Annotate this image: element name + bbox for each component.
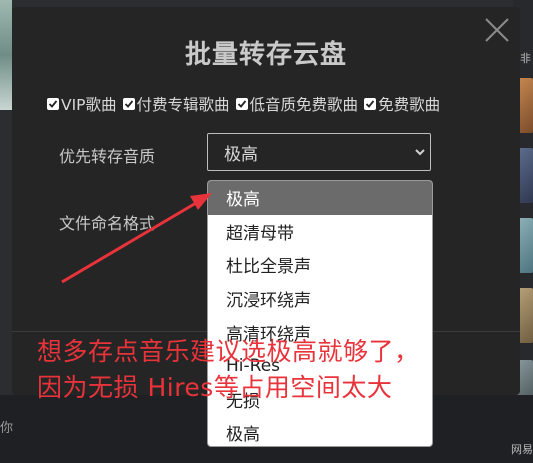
annotation-line: 因为无损 Hires等占用空间太大 <box>37 373 393 402</box>
annotation-text: 想多存点音乐建议选极高就够了， 因为无损 Hires等占用空间太大 <box>37 334 420 406</box>
annotation-line: 想多存点音乐建议选极高就够了， <box>37 337 420 366</box>
